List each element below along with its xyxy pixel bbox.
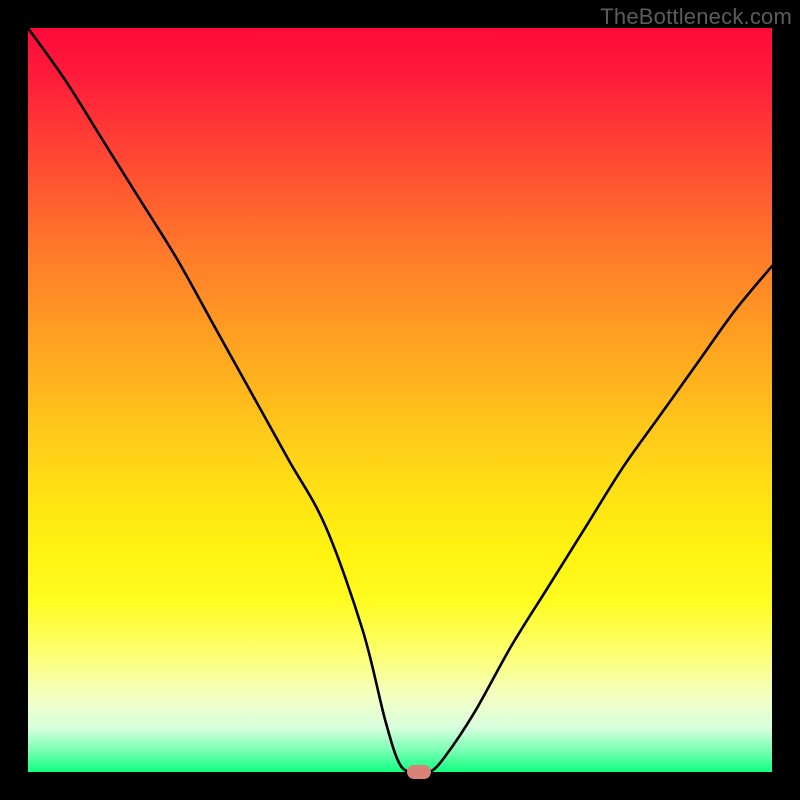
- watermark-text: TheBottleneck.com: [600, 4, 792, 30]
- chart-frame: TheBottleneck.com: [0, 0, 800, 800]
- optimum-marker: [407, 765, 431, 779]
- curve-path: [28, 28, 772, 772]
- chart-plot-area: [28, 28, 772, 772]
- bottleneck-curve: [28, 28, 772, 772]
